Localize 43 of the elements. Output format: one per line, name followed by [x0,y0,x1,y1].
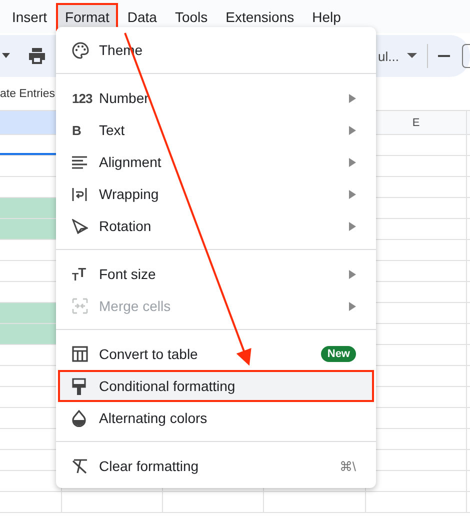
sheet-title: ate Entries [0,88,55,100]
menu-item[interactable]: Conditional formatting [58,370,374,402]
rotation-icon [72,218,88,234]
wrap-icon [72,186,87,202]
menu-item[interactable]: Convert to table New [58,338,374,370]
menu-item[interactable]: $_{T}$T Font size [58,258,374,290]
drop-icon [72,410,86,426]
table-icon [72,346,88,362]
submenu-arrow-icon [349,158,356,166]
submenu-arrow-icon [349,302,356,310]
menu-bar-item[interactable]: Tools [166,2,217,30]
menu-item[interactable]: B Text [58,114,374,146]
menu-item[interactable]: Clear formatting ⌘\ [58,450,374,482]
submenu-arrow-icon [349,270,356,278]
menu-item[interactable]: Rotation [58,210,374,242]
menu-bar-item[interactable]: Data [118,2,166,30]
align-left-icon [72,156,87,168]
format-icon: B [72,122,81,138]
menu-bar-item[interactable]: Format [56,2,118,30]
submenu-arrow-icon [349,190,356,198]
palette-icon [72,42,89,58]
menu-item[interactable]: Alignment [58,146,374,178]
format-icon: $_{T}$T [72,264,86,284]
menu-item[interactable]: 123 Number [58,82,374,114]
menu-bar-item[interactable]: Insert [3,2,56,30]
format-icon: 123 [72,90,92,106]
font-size-field[interactable] [462,44,470,68]
clear-format-icon [72,458,88,474]
menu-item[interactable]: Wrapping [58,178,374,210]
submenu-arrow-icon [349,94,356,102]
print-icon[interactable] [28,48,46,64]
menu-bar-item[interactable]: Extensions [216,2,304,30]
caret-icon[interactable] [2,53,10,59]
submenu-arrow-icon [349,126,356,134]
paint-roller-icon [72,378,86,394]
font-dropdown[interactable]: ul... [378,48,399,64]
new-badge: New [321,346,356,362]
merge-cells-icon [72,298,88,314]
menu-item[interactable]: Alternating colors [58,402,374,434]
menu-bar-item[interactable]: Help [303,2,350,30]
caret-icon[interactable] [407,53,417,59]
submenu-arrow-icon [349,222,356,230]
shortcut: ⌘\ [339,458,356,474]
